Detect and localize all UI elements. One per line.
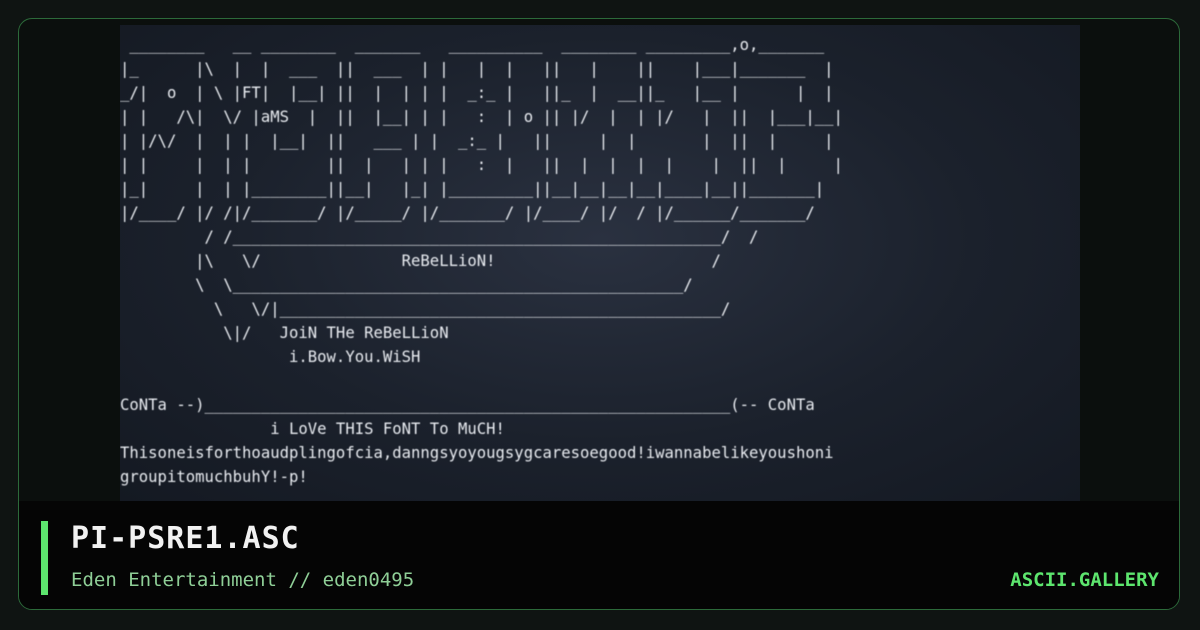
accent-bar <box>41 521 48 595</box>
gallery-card: ________ __ ________ _______ __________ … <box>18 18 1180 610</box>
card-footer: PI-PSRE1.ASC Eden Entertainment // eden0… <box>19 501 1179 609</box>
site-brand[interactable]: ASCII.GALLERY <box>1010 569 1159 591</box>
artwork-title: PI-PSRE1.ASC <box>71 521 300 556</box>
ascii-artwork-panel: ________ __ ________ _______ __________ … <box>120 25 1080 501</box>
ascii-artwork-text: ________ __ ________ _______ __________ … <box>120 36 843 486</box>
artwork-credit: Eden Entertainment // eden0495 <box>71 569 415 591</box>
